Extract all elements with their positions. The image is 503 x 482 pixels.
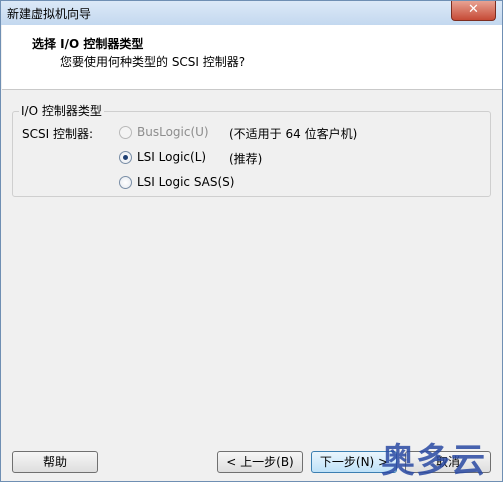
wizard-window: 新建虚拟机向导 ✕ 选择 I/O 控制器类型 您要使用何种类型的 SCSI 控制… [0,0,503,482]
wizard-header: 选择 I/O 控制器类型 您要使用何种类型的 SCSI 控制器? [2,25,502,90]
radio-label-lsi-logic-sas: LSI Logic SAS(S) [137,175,235,189]
radio-lsi-logic[interactable]: LSI Logic(L) [119,149,206,165]
radio-label-buslogic: BusLogic(U) [137,125,209,139]
back-button[interactable]: < 上一步(B) [217,451,303,473]
close-icon: ✕ [468,2,479,17]
radio-label-lsi-logic: LSI Logic(L) [137,150,207,164]
radio-buslogic[interactable]: BusLogic(U) [119,124,209,140]
window-title: 新建虚拟机向导 [7,7,92,21]
watermark: 奥多云 [381,441,486,481]
group-legend: I/O 控制器类型 [19,102,104,119]
radio-button-icon[interactable] [119,175,132,189]
note-buslogic: (不适用于 64 位客户机) [229,127,358,141]
note-lsi-logic: (推荐) [229,152,263,166]
page-subtitle: 您要使用何种类型的 SCSI 控制器? [60,55,246,69]
help-button[interactable]: 帮助 [12,451,98,473]
scsi-controller-label: SCSI 控制器: [22,127,94,141]
title-bar: 新建虚拟机向导 ✕ [1,1,502,25]
radio-button-icon[interactable] [119,150,132,164]
radio-button-icon[interactable] [119,125,132,139]
close-button[interactable]: ✕ [451,1,496,21]
radio-lsi-logic-sas[interactable]: LSI Logic SAS(S) [119,174,234,190]
page-title: 选择 I/O 控制器类型 [32,37,144,51]
